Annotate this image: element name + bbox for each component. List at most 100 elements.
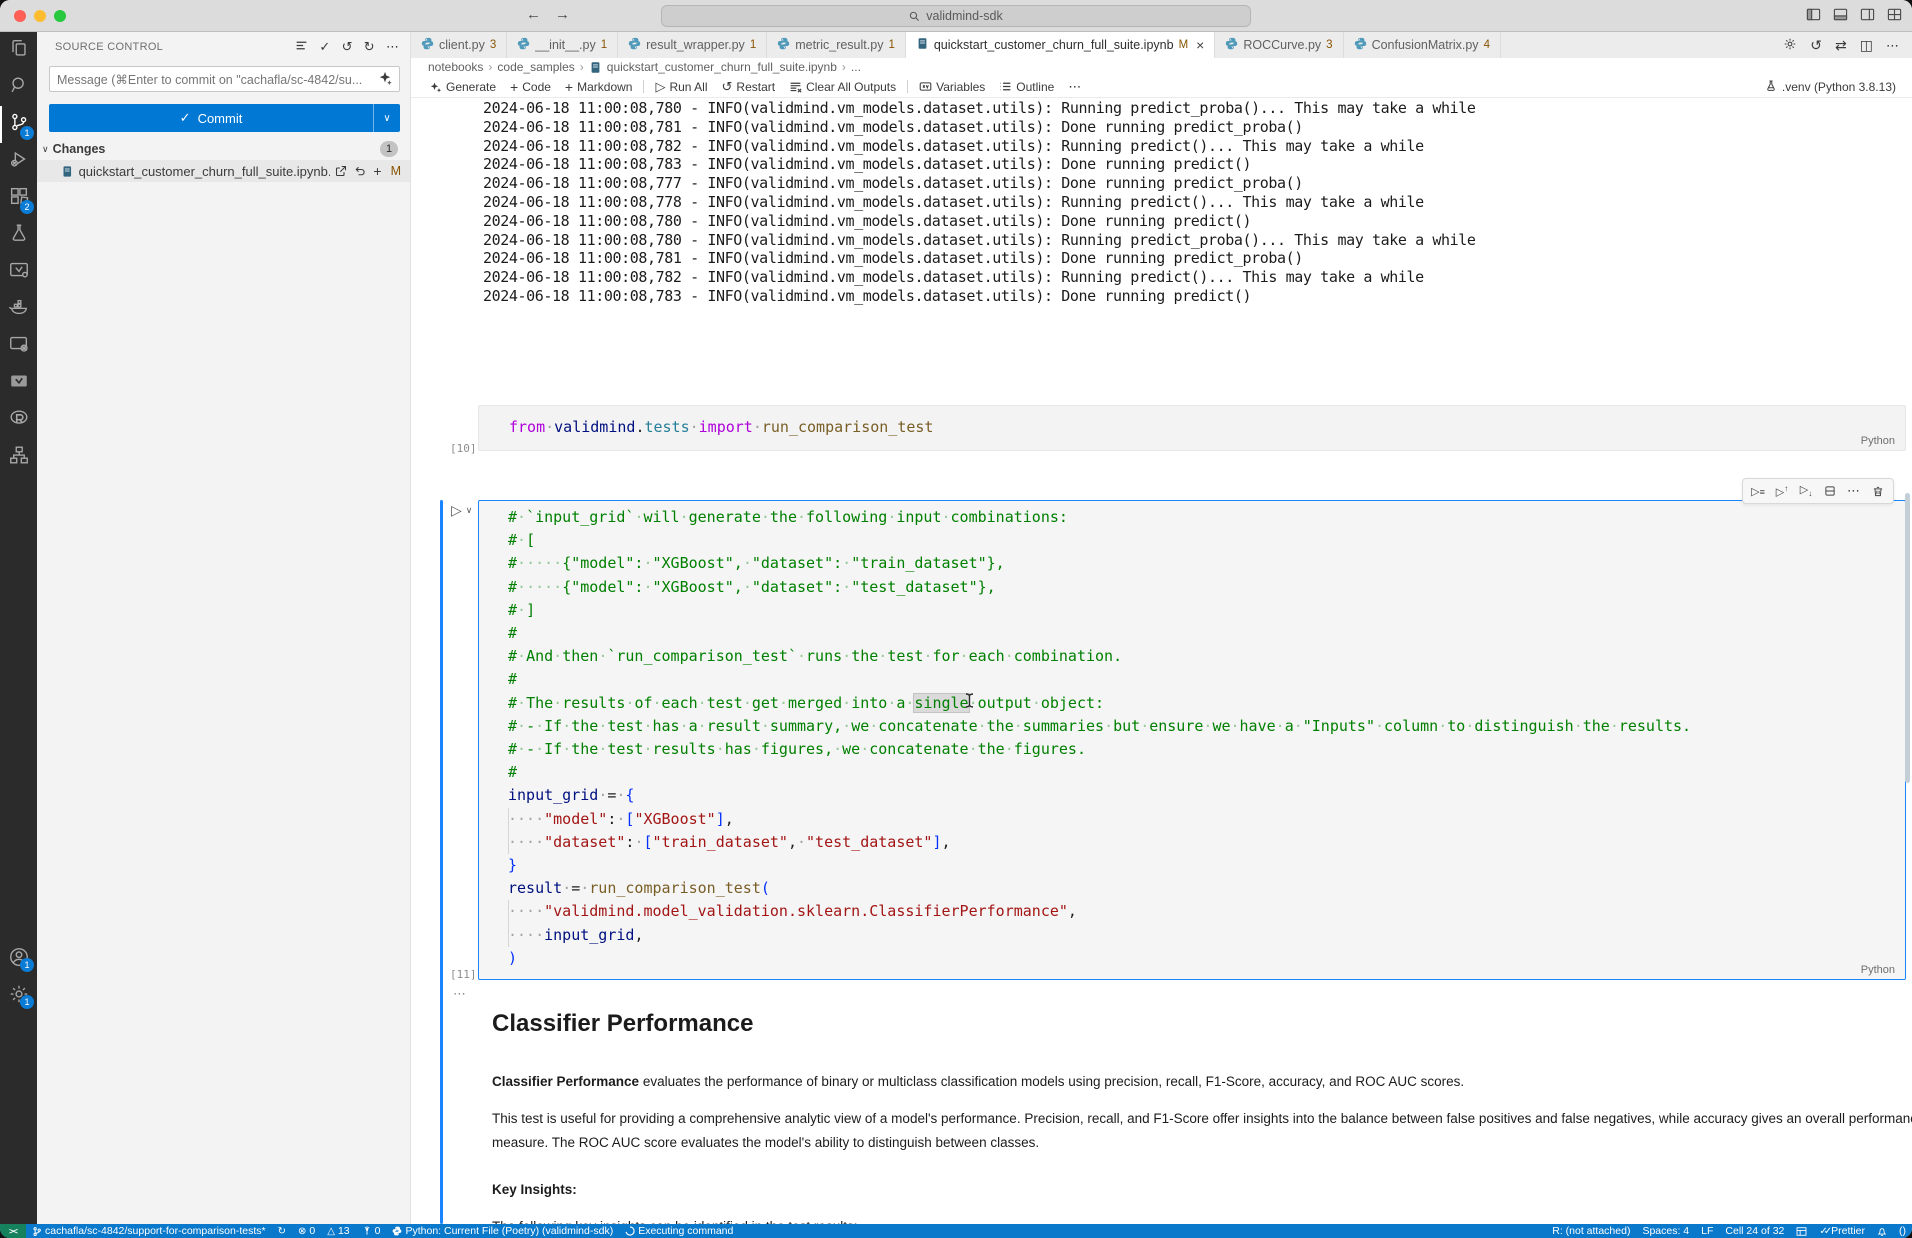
extensions-activity-item[interactable]: 2 <box>0 180 37 217</box>
code-cell-import[interactable]: from·validmind.tests·import·run_comparis… <box>478 405 1906 451</box>
navigate-forward-icon[interactable]: → <box>555 6 570 23</box>
split-editor-icon[interactable]: ◫ <box>1860 37 1873 54</box>
close-window-button[interactable] <box>14 10 26 22</box>
run-debug-activity-item[interactable] <box>0 143 37 180</box>
navigate-back-icon[interactable]: ← <box>526 6 541 23</box>
tab-ConfusionMatrix.py[interactable]: ConfusionMatrix.py 4 <box>1344 32 1501 58</box>
tab-result_wrapper.py[interactable]: result_wrapper.py 1 <box>618 32 767 58</box>
tab-ROCCurve.py[interactable]: ROCCurve.py 3 <box>1215 32 1343 58</box>
warning-count[interactable]: △ 13 <box>321 1224 355 1238</box>
remote-indicator[interactable]: >< <box>0 1224 26 1238</box>
generate-commit-message-icon[interactable] <box>378 71 392 88</box>
git-branch[interactable]: cachafla/sc-4842/support-for-comparison-… <box>26 1224 272 1238</box>
run-cell-button[interactable]: ▷ <box>451 502 462 519</box>
r-status[interactable]: R: (not attached) <box>1546 1224 1636 1238</box>
commit-message-input[interactable]: Message (⌘Enter to commit on "cachafla/s… <box>49 66 400 92</box>
sidebar-title: SOURCE CONTROL <box>55 41 163 53</box>
testing-activity-item[interactable] <box>0 217 37 254</box>
more-icon[interactable]: ⋯ <box>1842 480 1866 502</box>
scrollbar-thumb[interactable] <box>1905 493 1910 783</box>
accounts-icon[interactable]: 1 <box>0 938 37 975</box>
timeline-icon[interactable]: ↺ <box>1810 37 1822 54</box>
commit-check-icon[interactable]: ✓ <box>319 39 330 55</box>
code-cell-input-grid[interactable]: #·`input_grid`·will·generate·the·followi… <box>478 500 1906 980</box>
layout-secondary-sidebar-icon[interactable] <box>1860 7 1875 22</box>
prettier-status[interactable]: ✓✓ Prettier <box>1813 1224 1871 1238</box>
layout-panel-icon[interactable] <box>1833 7 1848 22</box>
layout-sidebar-icon[interactable] <box>1806 7 1821 22</box>
toolbar-generate-button[interactable]: Generate <box>423 80 503 94</box>
explorer-activity-item[interactable] <box>0 32 37 69</box>
python-interpreter[interactable]: Python: Current File (Poetry) (validmind… <box>386 1224 619 1238</box>
eol[interactable]: LF <box>1695 1224 1719 1238</box>
validmind-panel-activity-item[interactable] <box>0 254 37 291</box>
python-mini-icon <box>392 1226 402 1236</box>
toolbar-clear-all-outputs-button[interactable]: Clear All Outputs <box>782 80 903 94</box>
run-above-icon[interactable]: ▷↑ <box>1770 480 1794 502</box>
discard-changes-icon[interactable] <box>354 165 366 177</box>
search-activity-item[interactable] <box>0 69 37 106</box>
log-line: 2024-06-18 11:00:08,782 - INFO(validmind… <box>483 268 1476 287</box>
open-file-icon[interactable] <box>335 165 347 177</box>
tab-quickstart_customer_churn_full_suite.ipynb[interactable]: quickstart_customer_churn_full_suite.ipy… <box>906 32 1216 58</box>
changed-file-row[interactable]: quickstart_customer_churn_full_suite.ipy… <box>37 160 410 182</box>
r-language-activity-item[interactable] <box>0 402 37 439</box>
stage-changes-icon[interactable]: + <box>373 166 381 176</box>
code-line: } <box>508 854 1905 877</box>
run-below-icon[interactable]: ▷↓ <box>1794 480 1818 502</box>
commit-button-label: Commit <box>198 111 243 126</box>
breadcrumb-item[interactable]: notebooks <box>428 60 483 74</box>
notifications[interactable] <box>1871 1224 1893 1238</box>
ports-count[interactable]: 0 <box>356 1224 387 1238</box>
tab-metric_result.py[interactable]: metric_result.py 1 <box>767 32 906 58</box>
kernel-picker[interactable]: .venv (Python 3.8.13) <box>1765 79 1912 95</box>
changes-section-header[interactable]: ∨ Changes 1 <box>37 138 410 160</box>
toolbar-outline-button[interactable]: Outline <box>992 80 1061 94</box>
commit-button[interactable]: ✓ Commit ∨ <box>49 104 400 132</box>
close-tab-icon[interactable]: × <box>1196 37 1204 53</box>
breadcrumb-separator: › <box>488 60 492 74</box>
execute-above-icon[interactable]: ▷≡ <box>1746 480 1770 502</box>
panel-gear-activity-item[interactable] <box>0 328 37 365</box>
toolbar-run-all-button[interactable]: ▷ Run All <box>648 79 714 95</box>
docker-activity-item[interactable] <box>0 291 37 328</box>
toolbar-code-button[interactable]: + Code <box>503 79 558 95</box>
validmind-secondary-activity-item[interactable] <box>0 365 37 402</box>
gear-icon[interactable] <box>1783 37 1797 54</box>
customize-layout-icon[interactable] <box>1887 7 1902 22</box>
toolbar-restart-button[interactable]: ↺ Restart <box>715 79 783 95</box>
cell-position[interactable]: Cell 24 of 32 <box>1719 1224 1790 1238</box>
toolbar-more-button[interactable]: ⋯ <box>1061 79 1093 95</box>
history-icon[interactable]: ↺ <box>342 39 353 55</box>
brackets-indicator[interactable]: () <box>1893 1224 1912 1238</box>
hierarchy-activity-item[interactable] <box>0 439 37 476</box>
cell-more-actions-icon[interactable]: ⋯ <box>453 986 467 1002</box>
more-icon[interactable]: ⋯ <box>1886 37 1900 54</box>
tab-client.py[interactable]: client.py 3 <box>411 32 507 58</box>
indentation[interactable]: Spaces: 4 <box>1636 1224 1695 1238</box>
split-cell-icon[interactable] <box>1818 480 1842 502</box>
more-icon[interactable]: ⋯ <box>386 39 400 55</box>
layout-indicator[interactable] <box>1790 1224 1813 1238</box>
settings-gear-icon[interactable]: 1 <box>0 975 37 1012</box>
compare-icon[interactable]: ⇄ <box>1835 37 1847 54</box>
delete-icon[interactable] <box>1866 480 1890 502</box>
toolbar-variables-button[interactable]: Variables <box>912 80 992 94</box>
view-list-icon[interactable] <box>295 39 308 55</box>
executing-status[interactable]: Executing command <box>619 1224 739 1238</box>
breadcrumb-item[interactable]: code_samples <box>497 60 574 74</box>
breadcrumb-item[interactable]: ... <box>851 60 861 74</box>
error-count[interactable]: ⊗ 0 <box>292 1224 321 1238</box>
source-control-activity-item[interactable]: 1 <box>0 106 37 143</box>
toolbar-markdown-button[interactable]: + Markdown <box>558 79 640 95</box>
tab-__init__.py[interactable]: __init__.py 1 <box>507 32 618 58</box>
refresh-icon[interactable]: ↻ <box>364 39 375 55</box>
breadcrumb-item[interactable]: quickstart_customer_churn_full_suite.ipy… <box>607 60 837 74</box>
sync-changes[interactable]: ↻ <box>272 1224 292 1238</box>
command-center-search[interactable]: validmind-sdk <box>661 5 1251 27</box>
python-icon <box>421 37 434 53</box>
run-options-chevron-icon[interactable]: ∨ <box>466 505 473 516</box>
minimize-window-button[interactable] <box>34 10 46 22</box>
commit-dropdown-button[interactable]: ∨ <box>373 104 400 132</box>
zoom-window-button[interactable] <box>54 10 66 22</box>
